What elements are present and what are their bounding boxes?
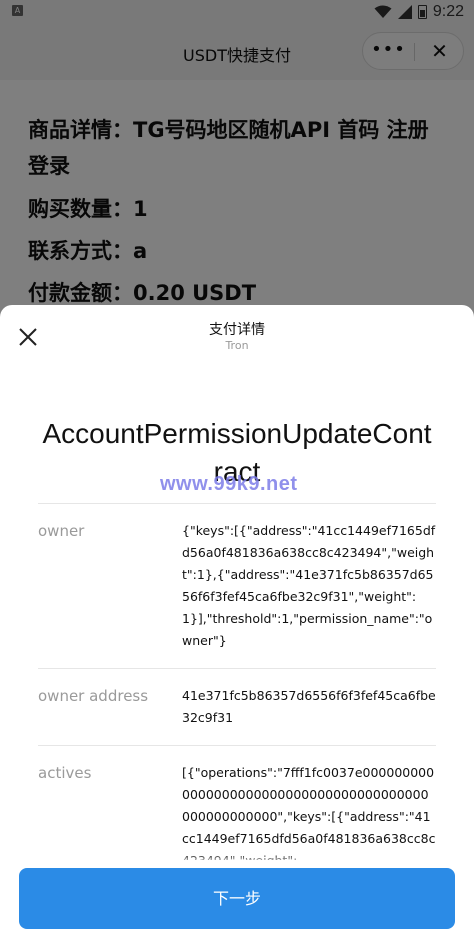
detail-value: {"keys":[{"address":"41cc1449ef7165dfd56… — [182, 523, 436, 648]
detail-row-owner-address: owner address 41e371fc5b86357d6556f6f3fe… — [38, 668, 436, 745]
detail-row-owner: owner {"keys":[{"address":"41cc1449ef716… — [38, 503, 436, 668]
network-label: Tron — [225, 339, 249, 352]
watermark: www.99k9.net — [160, 473, 298, 495]
sheet-title: 支付详情 — [209, 322, 265, 338]
next-step-button[interactable]: 下一步 — [19, 868, 455, 929]
sheet-footer: 下一步 — [0, 860, 474, 946]
detail-label: owner address — [38, 687, 149, 705]
detail-value: 41e371fc5b86357d6556f6f3fef45ca6fbe32c9f… — [182, 688, 436, 725]
detail-label: owner — [38, 522, 85, 540]
payment-details-sheet: 支付详情 Tron AccountPermissionUpdateContrac… — [0, 305, 474, 946]
contract-details[interactable]: owner {"keys":[{"address":"41cc1449ef716… — [38, 503, 436, 888]
